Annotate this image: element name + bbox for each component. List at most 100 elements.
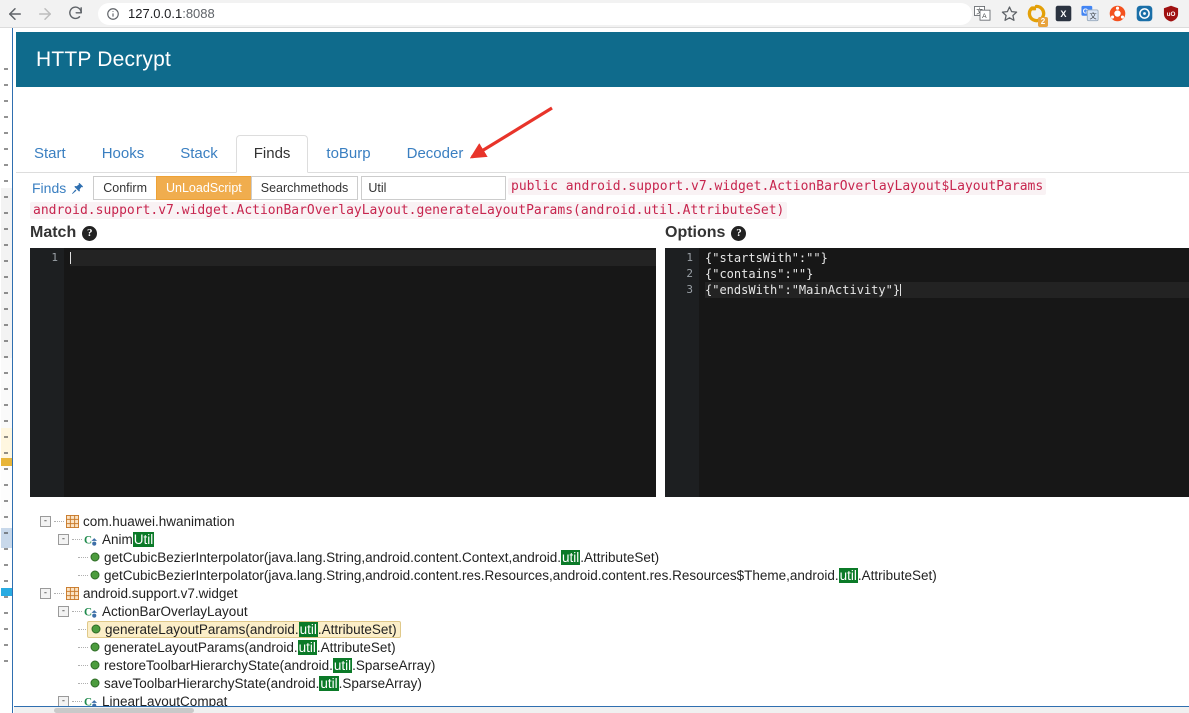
svg-text:A: A [982, 13, 987, 20]
site-info-icon[interactable] [106, 7, 120, 21]
tree-expander-toggle[interactable]: - [58, 533, 69, 545]
tree-connector [54, 520, 64, 522]
tree-connector [78, 664, 88, 666]
options-editor-content[interactable]: {"startsWith":""} {"contains":""} {"ends… [699, 248, 1189, 497]
forward-arrow-icon[interactable] [30, 0, 60, 28]
bookmark-star-icon[interactable] [999, 4, 1019, 24]
unload-script-button[interactable]: UnLoadScript [156, 176, 252, 200]
tree-expander-toggle[interactable]: - [58, 695, 69, 707]
method-icon [90, 570, 100, 580]
tree-node-method[interactable]: generateLayoutParams(android.util.Attrib… [30, 620, 1189, 638]
tree-connector [78, 556, 88, 558]
code-line: {"startsWith":""} [705, 251, 828, 265]
search-methods-button[interactable]: Searchmethods [250, 176, 359, 200]
google-translate-icon[interactable]: G文 [1080, 4, 1100, 24]
extension-x-icon[interactable]: X [1053, 4, 1073, 24]
search-results-tree[interactable]: - com.huawei.hwanimation - C AnimUtil getCubi… [30, 512, 1189, 713]
match-panel-title: Match ? [30, 224, 656, 242]
extension-clipboard-icon[interactable]: 2 [1026, 4, 1048, 27]
svg-text:uO: uO [1167, 11, 1176, 18]
tree-node-package[interactable]: - com.huawei.hwanimation [30, 512, 1189, 530]
tree-connector [72, 700, 82, 702]
search-input[interactable]: Util [361, 176, 507, 200]
tree-node-label: getCubicBezierInterpolator(java.lang.Str… [104, 549, 660, 565]
tree-connector [72, 538, 82, 540]
tree-node-method[interactable]: restoreToolbarHierarchyState(android.uti… [30, 656, 1189, 674]
line-number: 1 [686, 251, 693, 264]
search-match-highlight: util [838, 567, 858, 583]
method-icon [90, 552, 100, 562]
match-editor-gutter: 1 [30, 248, 64, 497]
tree-node-label: ActionBarOverlayLayout [102, 603, 248, 619]
tree-node-method[interactable]: saveToolbarHierarchyState(android.util.S… [30, 674, 1189, 692]
back-arrow-icon[interactable] [0, 0, 30, 28]
tab-hooks[interactable]: Hooks [84, 135, 163, 173]
options-panel: Options ? 1 2 3 {"startsWith":""} {"cont… [665, 224, 1189, 504]
package-icon [66, 514, 79, 528]
tree-connector [78, 574, 88, 576]
svg-text:C: C [84, 606, 92, 617]
tree-node-package[interactable]: - android.support.v7.widget [30, 584, 1189, 602]
method-icon [91, 624, 101, 634]
pin-icon[interactable] [71, 182, 84, 195]
finds-button-group: Confirm UnLoadScript Searchmethods [93, 176, 359, 200]
tree-node-label: getCubicBezierInterpolator(java.lang.Str… [104, 567, 937, 583]
tree-node-label: saveToolbarHierarchyState(android.util.S… [104, 675, 422, 691]
search-match-highlight: util [561, 549, 581, 565]
reload-icon[interactable] [60, 0, 90, 28]
code-line [70, 250, 656, 266]
tree-node-label: com.huawei.hwanimation [83, 513, 235, 529]
options-panel-title-text: Options [665, 224, 726, 241]
tree-node-method[interactable]: getCubicBezierInterpolator(java.lang.Str… [30, 566, 1189, 584]
class-icon: C [84, 533, 98, 546]
http-decrypt-app: HTTP Decrypt Start Hooks Stack Finds toB… [14, 28, 1189, 713]
search-match-highlight: util [298, 621, 318, 637]
tab-toburp[interactable]: toBurp [308, 135, 388, 173]
search-match-highlight: util [332, 657, 353, 673]
ublock-origin-icon[interactable]: uO [1161, 4, 1181, 24]
tree-connector [78, 682, 88, 684]
options-editor[interactable]: 1 2 3 {"startsWith":""} {"contains":""} … [665, 248, 1189, 497]
tree-node-method[interactable]: generateLayoutParams(android.util.Attrib… [30, 638, 1189, 656]
options-editor-gutter: 1 2 3 [665, 248, 699, 497]
tab-start[interactable]: Start [16, 135, 84, 173]
tree-connector [54, 592, 64, 594]
match-panel: Match ? 1 [30, 224, 656, 504]
match-editor[interactable]: 1 [30, 248, 656, 497]
tree-expander-toggle[interactable]: - [40, 587, 51, 599]
match-panel-title-text: Match [30, 224, 77, 241]
extension-blue-target-icon[interactable] [1134, 4, 1154, 24]
tree-node-label: generateLayoutParams(android.util.Attrib… [105, 621, 397, 637]
tree-node-class[interactable]: - C ActionBarOverlayLayout [30, 602, 1189, 620]
tree-connector [78, 646, 88, 648]
search-match-highlight: util [319, 675, 339, 691]
address-bar[interactable]: 127.0.0.1:8088 [98, 2, 972, 25]
tab-stack[interactable]: Stack [162, 135, 236, 173]
extension-orange-circle-icon[interactable] [1107, 4, 1127, 24]
horizontal-scrollbar[interactable] [14, 706, 1189, 713]
tree-node-method[interactable]: getCubicBezierInterpolator(java.lang.Str… [30, 548, 1189, 566]
help-question-icon[interactable]: ? [82, 225, 98, 241]
tree-node-selected[interactable]: generateLayoutParams(android.util.Attrib… [87, 620, 401, 638]
tree-node-label: restoreToolbarHierarchyState(android.uti… [104, 657, 436, 673]
code-line: {"endsWith":"MainActivity"} [705, 282, 1189, 298]
page-title: HTTP Decrypt [36, 47, 172, 71]
tree-node-class[interactable]: - C AnimUtil [30, 530, 1189, 548]
class-icon: C [84, 605, 98, 618]
address-bar-url: 127.0.0.1:8088 [128, 6, 215, 21]
tree-expander-toggle[interactable]: - [58, 605, 69, 617]
match-editor-content[interactable] [64, 248, 656, 497]
tab-finds[interactable]: Finds [235, 135, 309, 173]
translate-page-icon[interactable]: 文A [972, 4, 992, 24]
tab-decoder[interactable]: Decoder [389, 135, 482, 173]
background-window-text-lines [4, 68, 8, 668]
method-icon [90, 678, 100, 688]
scrollbar-thumb[interactable] [54, 708, 194, 713]
help-question-icon[interactable]: ? [731, 225, 747, 241]
text-caret [70, 252, 71, 264]
confirm-button[interactable]: Confirm [93, 176, 157, 200]
browser-extension-icons: 文A 2 X G文 uO [972, 4, 1189, 27]
screenshot-root: 127.0.0.1:8088 文A 2 X G文 uO HTTP Decrypt… [0, 0, 1189, 713]
tree-expander-toggle[interactable]: - [40, 515, 51, 527]
options-panel-title: Options ? [665, 224, 1189, 242]
